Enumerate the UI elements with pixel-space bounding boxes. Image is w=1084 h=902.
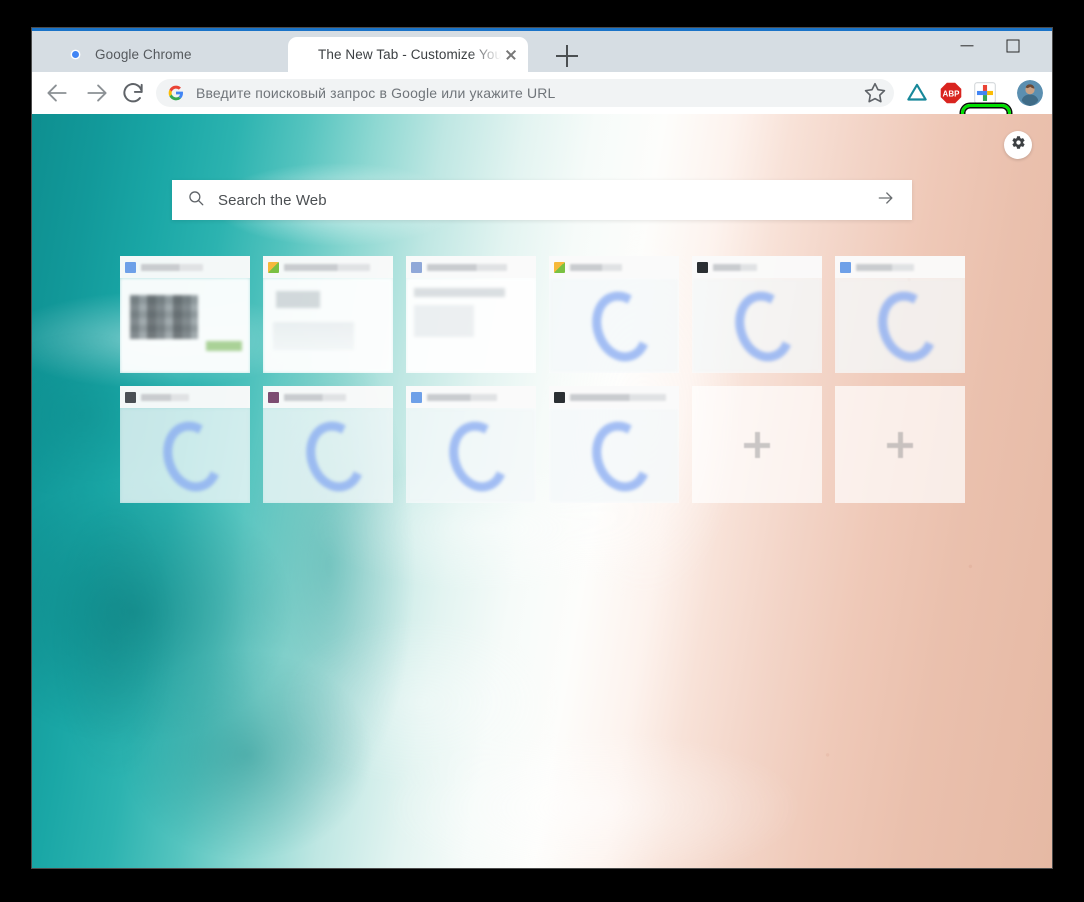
star-icon[interactable] xyxy=(862,80,888,106)
chrome-logo-icon xyxy=(67,46,84,63)
arrow-right-icon[interactable] xyxy=(876,188,896,213)
tile-thumbnail xyxy=(120,278,250,373)
address-bar-placeholder: Введите поисковый запрос в Google или ук… xyxy=(196,85,556,101)
shortcut-tile[interactable] xyxy=(549,256,679,373)
profile-avatar[interactable] xyxy=(1017,80,1043,106)
reload-icon[interactable] xyxy=(120,80,146,106)
settings-gear-button[interactable] xyxy=(1004,131,1032,159)
tile-preview xyxy=(692,278,822,373)
tile-preview xyxy=(549,278,679,373)
minimize-button[interactable] xyxy=(944,31,990,61)
tile-thumbnail xyxy=(120,408,250,503)
back-arrow-icon[interactable] xyxy=(44,80,70,106)
tile-header xyxy=(549,386,679,408)
screenshot-frame: Google Chrome The New Tab - Customize Yo… xyxy=(0,0,1084,902)
tile-header xyxy=(120,386,250,408)
shortcut-tiles-grid xyxy=(120,256,965,503)
browser-window: Google Chrome The New Tab - Customize Yo… xyxy=(32,28,1052,868)
close-button[interactable] xyxy=(1036,31,1052,61)
maximize-button[interactable] xyxy=(990,31,1036,61)
plus-icon xyxy=(887,431,913,458)
tile-header xyxy=(263,256,393,278)
tile-title xyxy=(141,263,203,271)
tile-preview xyxy=(549,408,679,503)
tile-favicon-icon xyxy=(411,391,422,403)
add-shortcut-tile[interactable] xyxy=(692,386,822,503)
tile-thumbnail xyxy=(692,278,822,373)
tile-preview xyxy=(406,408,536,503)
tile-thumbnail xyxy=(263,278,393,373)
tab-strip: Google Chrome The New Tab - Customize Yo… xyxy=(32,31,1052,72)
tab-google-chrome[interactable]: Google Chrome xyxy=(50,37,312,72)
tile-title xyxy=(284,263,370,271)
search-input-placeholder[interactable]: Search the Web xyxy=(218,192,327,209)
tile-preview xyxy=(835,278,965,373)
tile-favicon-icon xyxy=(125,261,136,273)
tile-favicon-icon xyxy=(554,261,565,273)
plus-icon xyxy=(744,431,770,458)
tile-favicon-icon xyxy=(268,391,279,403)
tile-preview xyxy=(263,408,393,503)
tile-title xyxy=(284,393,346,401)
tile-header xyxy=(549,256,679,278)
tile-thumbnail xyxy=(549,408,679,503)
tile-thumbnail xyxy=(406,408,536,503)
tab-new-tab-active[interactable]: The New Tab - Customize Your Start P xyxy=(288,37,528,72)
tile-header xyxy=(120,256,250,278)
tile-title xyxy=(570,393,666,401)
tile-title xyxy=(856,263,914,271)
gear-icon xyxy=(1011,135,1026,155)
new-tab-page: Search the Web xyxy=(32,114,1052,868)
shortcut-tile[interactable] xyxy=(263,386,393,503)
tile-header xyxy=(835,256,965,278)
tile-favicon-icon xyxy=(268,261,279,273)
forward-arrow-icon[interactable] xyxy=(84,80,110,106)
svg-text:ABP: ABP xyxy=(943,90,961,99)
adblock-plus-icon[interactable]: ABP xyxy=(938,80,964,106)
tile-header xyxy=(263,386,393,408)
shortcut-tile[interactable] xyxy=(406,386,536,503)
address-bar[interactable]: Введите поисковый запрос в Google или ук… xyxy=(156,79,894,107)
tile-favicon-icon xyxy=(411,261,422,273)
tile-favicon-icon xyxy=(125,391,136,403)
tile-thumbnail xyxy=(549,278,679,373)
shortcut-tile[interactable] xyxy=(835,256,965,373)
tile-header xyxy=(692,256,822,278)
tile-title xyxy=(427,263,507,271)
tile-header xyxy=(406,386,536,408)
tab-close-icon[interactable] xyxy=(503,47,519,63)
browser-toolbar: Введите поисковый запрос в Google или ук… xyxy=(32,72,1052,114)
search-icon xyxy=(187,189,205,212)
tile-preview xyxy=(406,278,536,373)
tile-thumbnail xyxy=(406,278,536,373)
tile-favicon-icon xyxy=(840,261,851,273)
shortcut-tile[interactable] xyxy=(120,386,250,503)
tile-title xyxy=(427,393,497,401)
add-shortcut-tile[interactable] xyxy=(835,386,965,503)
shortcut-tile[interactable] xyxy=(549,386,679,503)
tile-favicon-icon xyxy=(697,261,708,273)
tab-title: Google Chrome xyxy=(95,47,192,62)
tile-title xyxy=(713,263,757,271)
shortcut-tile[interactable] xyxy=(406,256,536,373)
tile-title xyxy=(141,393,189,401)
tile-header xyxy=(406,256,536,278)
google-g-icon xyxy=(168,85,184,101)
new-tab-button[interactable] xyxy=(556,45,578,67)
web-search-box[interactable]: Search the Web xyxy=(172,180,912,220)
shortcut-tile[interactable] xyxy=(120,256,250,373)
tile-favicon-icon xyxy=(554,391,565,403)
triangle-extension-icon[interactable] xyxy=(904,80,930,106)
shortcut-tile[interactable] xyxy=(692,256,822,373)
tile-preview xyxy=(120,278,250,373)
tile-thumbnail xyxy=(263,408,393,503)
tile-preview xyxy=(263,278,393,373)
tile-title xyxy=(570,263,622,271)
tab-title: The New Tab - Customize Your Start P xyxy=(318,47,503,62)
shortcut-tile[interactable] xyxy=(263,256,393,373)
tile-preview xyxy=(120,408,250,503)
new-tab-extension-icon[interactable] xyxy=(972,80,998,106)
tile-thumbnail xyxy=(835,278,965,373)
